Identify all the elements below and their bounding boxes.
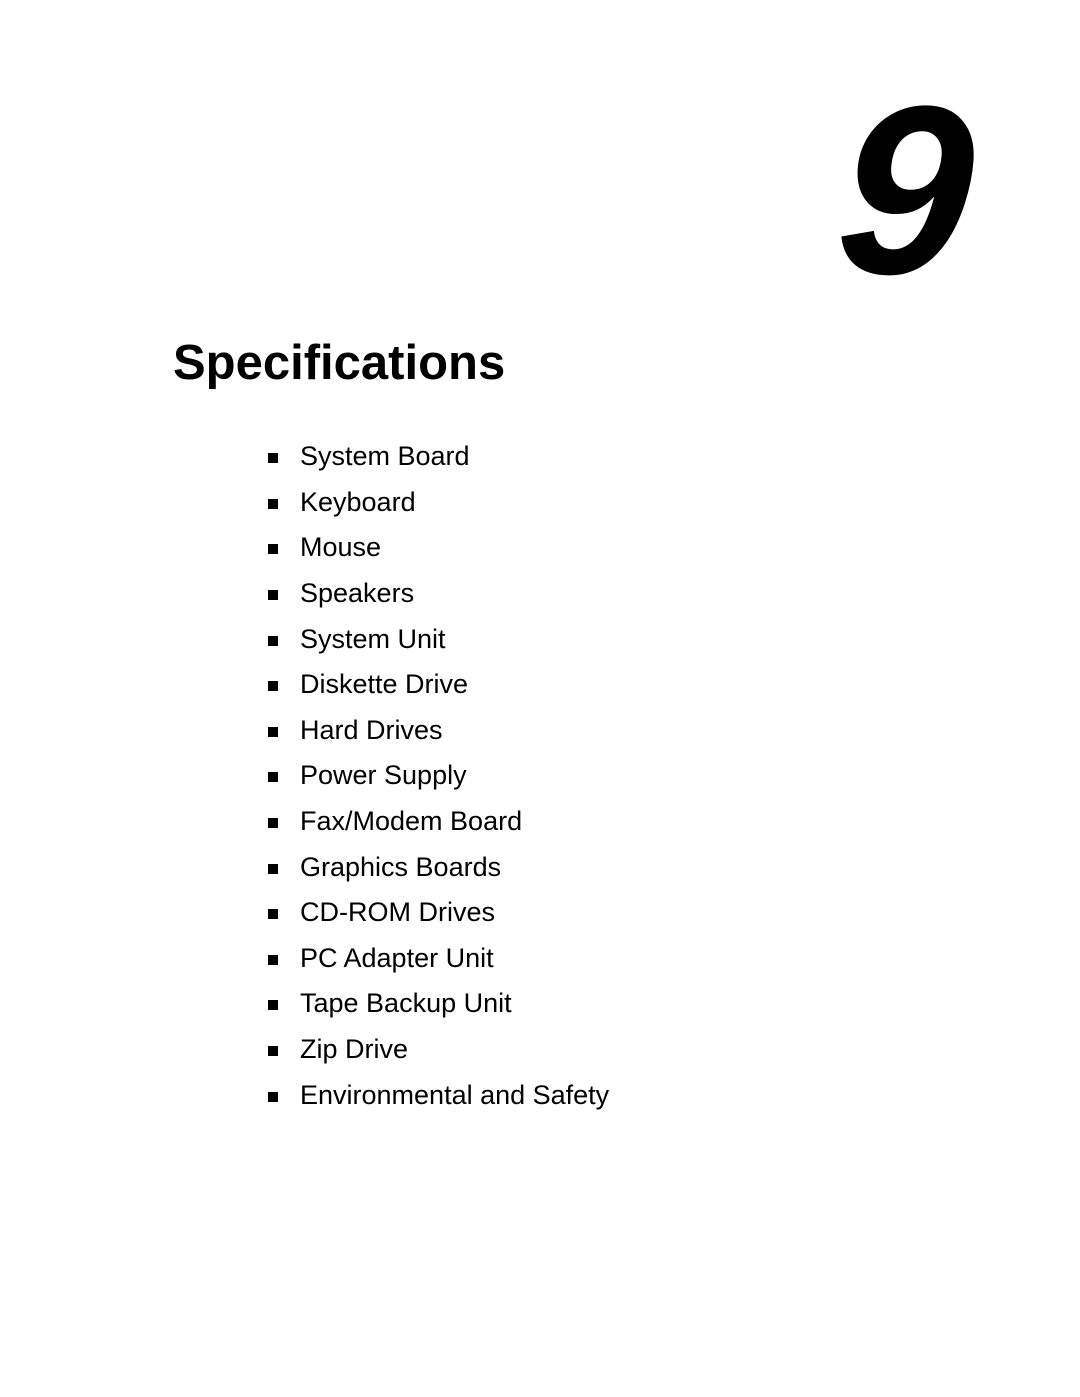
topic-label: Hard Drives (300, 714, 443, 745)
topic-label: Mouse (300, 532, 382, 563)
square-bullet-icon (268, 909, 278, 920)
list-item: Fax/Modem Board (268, 799, 609, 845)
square-bullet-icon (268, 954, 278, 965)
square-bullet-icon (268, 1046, 278, 1057)
list-item: Speakers (268, 571, 609, 617)
square-bullet-icon (268, 453, 278, 464)
topic-label: Fax/Modem Board (300, 806, 523, 837)
square-bullet-icon (268, 772, 278, 783)
list-item: PC Adapter Unit (268, 936, 609, 982)
list-item: Graphics Boards (268, 844, 609, 890)
topic-label: PC Adapter Unit (300, 942, 494, 973)
topic-label: System Unit (300, 623, 446, 654)
topic-label: Speakers (300, 578, 415, 609)
topic-label: Keyboard (300, 486, 416, 517)
square-bullet-icon (268, 544, 278, 555)
list-item: Power Supply (268, 753, 609, 799)
list-item: CD-ROM Drives (268, 890, 609, 936)
list-item: Environmental and Safety (268, 1072, 609, 1118)
topic-list: System Board Keyboard Mouse Speakers Sys… (268, 434, 609, 1118)
topic-label: System Board (300, 441, 470, 472)
topic-label: Diskette Drive (300, 669, 469, 700)
list-item: Tape Backup Unit (268, 981, 609, 1027)
square-bullet-icon (268, 498, 278, 509)
topic-label: Environmental and Safety (300, 1079, 610, 1110)
square-bullet-icon (268, 590, 278, 601)
square-bullet-icon (268, 681, 278, 692)
list-item: Zip Drive (268, 1027, 609, 1073)
topic-label: Power Supply (300, 760, 467, 791)
list-item: System Board (268, 434, 609, 480)
square-bullet-icon (268, 726, 278, 737)
topic-label: Tape Backup Unit (300, 988, 512, 1019)
list-item: Mouse (268, 525, 609, 571)
square-bullet-icon (268, 635, 278, 646)
square-bullet-icon (268, 818, 278, 829)
list-item: Hard Drives (268, 708, 609, 754)
list-item: Diskette Drive (268, 662, 609, 708)
square-bullet-icon (268, 863, 278, 874)
topic-label: Zip Drive (300, 1034, 409, 1065)
square-bullet-icon (268, 1000, 278, 1011)
list-item: Keyboard (268, 480, 609, 526)
page-title: Specifications (173, 336, 506, 390)
list-item: System Unit (268, 616, 609, 662)
square-bullet-icon (268, 1091, 278, 1102)
topic-label: Graphics Boards (300, 851, 502, 882)
topic-label: CD-ROM Drives (300, 897, 495, 928)
chapter-number: 9 (829, 56, 982, 324)
